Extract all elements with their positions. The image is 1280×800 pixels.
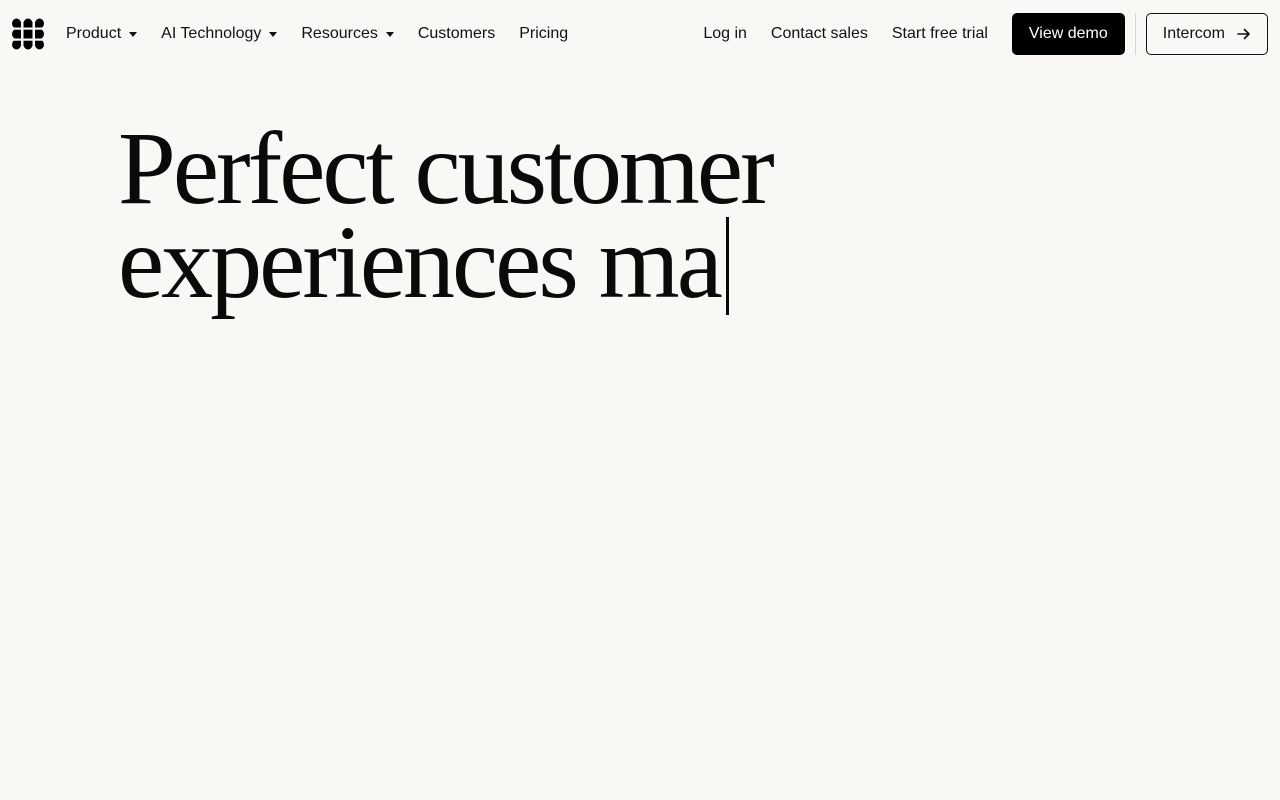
hero-headline: Perfect customer experiences ma	[118, 111, 1018, 315]
hero-line-2-text: experiences ma	[118, 205, 723, 320]
typing-cursor	[725, 217, 729, 315]
nav-item-customers[interactable]: Customers	[418, 25, 495, 43]
nav-item-label: Product	[66, 25, 122, 42]
caret-down-icon	[269, 32, 278, 37]
arrow-right-icon	[1237, 28, 1250, 40]
nav-item-label: Resources	[301, 25, 378, 42]
intercom-label: Intercom	[1162, 25, 1225, 42]
view-demo-button[interactable]: View demo	[1011, 13, 1125, 55]
start-free-trial-link[interactable]: Start free trial	[892, 25, 988, 43]
hero-line-1: Perfect customer	[118, 111, 775, 226]
nav-item-label: Customers	[417, 25, 496, 42]
hero-line-2: experiences ma	[118, 211, 1018, 315]
login-link[interactable]: Log in	[703, 25, 747, 43]
account-actions: Log in Contact sales Start free trial Vi…	[703, 0, 1268, 68]
nav-item-resources[interactable]: Resources	[301, 25, 394, 43]
primary-menu: Product AI Technology Resources Customer…	[66, 0, 592, 68]
top-navigation: Product AI Technology Resources Customer…	[0, 0, 1280, 68]
caret-down-icon	[385, 32, 394, 37]
view-demo-label: View demo	[1028, 25, 1108, 42]
nav-divider	[1134, 13, 1136, 55]
caret-down-icon	[129, 32, 138, 37]
nav-item-label: Pricing	[519, 25, 569, 42]
contact-sales-link[interactable]: Contact sales	[771, 25, 868, 43]
intercom-logo-icon[interactable]	[12, 18, 44, 50]
nav-item-ai-technology[interactable]: AI Technology	[161, 25, 278, 43]
nav-item-pricing[interactable]: Pricing	[519, 25, 568, 43]
nav-item-product[interactable]: Product	[66, 25, 138, 43]
nav-item-label: AI Technology	[161, 25, 262, 42]
intercom-button[interactable]: Intercom	[1145, 13, 1268, 55]
